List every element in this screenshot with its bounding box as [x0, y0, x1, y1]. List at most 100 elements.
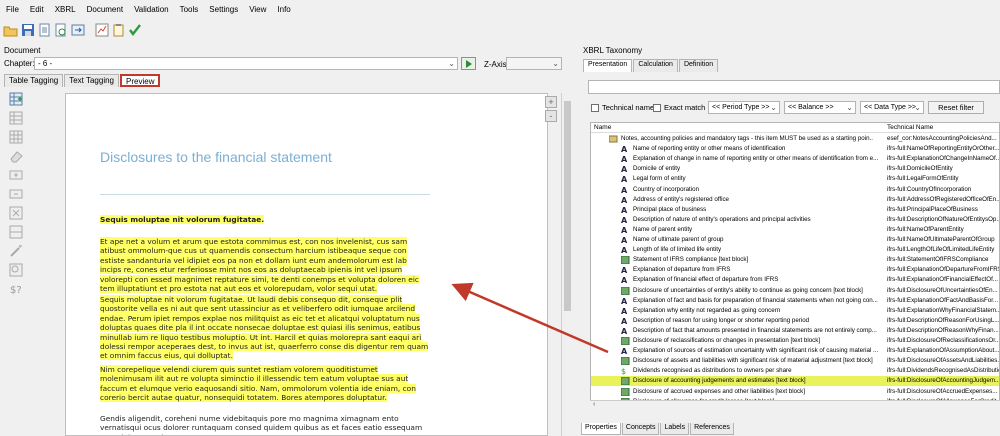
help-tags-icon[interactable]: $? — [7, 281, 25, 297]
tree-row[interactable]: Disclosure of accounting judgements and … — [591, 376, 999, 387]
tree-row[interactable]: A Legal form of entity ifrs-full:LegalForm… — [591, 174, 999, 184]
tree-row[interactable]: Disclosure of reclassifications or chang… — [591, 336, 999, 346]
tree-row[interactable]: A Name of reporting entity or other means… — [591, 144, 999, 154]
checkbox-box[interactable] — [591, 104, 599, 113]
tree-row[interactable]: Disclosure of assets and liabilities wit… — [591, 356, 999, 366]
row-technical-name: ifrs-full:NameOfReportingEntityOrOther..… — [887, 145, 999, 153]
validate-check-icon[interactable] — [128, 22, 142, 38]
text-block-icon — [620, 286, 630, 295]
text-element-icon: A — [621, 317, 630, 326]
tree-row[interactable]: A Description of fact that amounts presen… — [591, 326, 999, 336]
document-icon[interactable] — [38, 22, 51, 38]
technical-name-checkbox[interactable]: Technical name — [591, 103, 654, 113]
tree-row[interactable]: A Principal place of business ifrs-full:Pr… — [591, 205, 999, 215]
tab-presentation[interactable]: Presentation — [583, 59, 633, 72]
menu-item-edit[interactable]: Edit — [30, 5, 44, 14]
chevron-down-icon: ⌄ — [448, 59, 455, 68]
menu-item-tools[interactable]: Tools — [180, 5, 199, 14]
zaxis-select[interactable]: ⌄ — [506, 57, 562, 70]
add-row-icon[interactable] — [7, 167, 25, 183]
tab-table-tagging[interactable]: Table Tagging — [4, 74, 64, 87]
tree-row[interactable]: Disclosure of uncertainties of entity's … — [591, 286, 999, 296]
menu-item-validation[interactable]: Validation — [134, 5, 169, 14]
tree-row[interactable]: A Explanation why entity not regarded as … — [591, 306, 999, 316]
tree-row[interactable]: A Name of parent entity ifrs-full:NameOfPa… — [591, 225, 999, 235]
exact-match-checkbox[interactable]: Exact match — [653, 103, 705, 113]
tree-row[interactable]: A Explanation of change in name of report… — [591, 154, 999, 164]
row-name: Disclosure of accrued expenses and other… — [633, 387, 805, 395]
row-name: Explanation of fact and basis for prepar… — [633, 296, 878, 304]
menu-item-info[interactable]: Info — [277, 5, 290, 14]
column-technical-name[interactable]: Technical Name — [887, 123, 933, 133]
table-grid-icon[interactable] — [7, 110, 25, 126]
period-type-select[interactable]: << Period Type >> ⌄ — [708, 101, 780, 114]
clipboard-icon[interactable] — [112, 22, 125, 38]
tree-row[interactable]: A Explanation of fact and basis for prepa… — [591, 296, 999, 306]
bottom-tab-labels[interactable]: Labels — [660, 423, 690, 435]
tree-row[interactable]: A Domicile of entity ifrs-full:DomicileOfE… — [591, 164, 999, 174]
row-technical-name: ifrs-full:CountryOfIncorporation — [887, 185, 972, 193]
balance-select[interactable]: << Balance >> ⌄ — [784, 101, 856, 114]
scrollbar-thumb[interactable] — [564, 101, 571, 311]
menu-item-file[interactable]: File — [6, 5, 19, 14]
tree-row[interactable]: A Country of incorporation ifrs-full:Count… — [591, 185, 999, 195]
bottom-tab-concepts[interactable]: Concepts — [621, 423, 660, 435]
zoom-out-button[interactable]: - — [545, 110, 557, 122]
preview-vertical-scrollbar[interactable] — [561, 93, 572, 436]
table-grid-icon[interactable] — [7, 129, 25, 145]
menu-item-xbrl[interactable]: XBRL — [55, 5, 76, 14]
tree-row[interactable]: A Name of ultimate parent of group ifrs-fu… — [591, 235, 999, 245]
menu-item-view[interactable]: View — [249, 5, 266, 14]
tab-text-tagging[interactable]: Text Tagging — [64, 74, 120, 87]
chart-icon[interactable] — [95, 22, 109, 38]
save-icon[interactable] — [21, 22, 35, 38]
monetary-icon: $ — [621, 367, 630, 376]
export-icon[interactable] — [71, 22, 85, 38]
zoom-in-button[interactable]: + — [545, 96, 557, 108]
row-name: Explanation of sources of estimation unc… — [633, 347, 879, 355]
row-name: Disclosure of assets and liabilities wit… — [633, 357, 873, 365]
tree-row[interactable]: A Description of reason for using longer … — [591, 316, 999, 326]
tree-row[interactable]: A Length of life of limited life entity if… — [591, 245, 999, 255]
menu-item-document[interactable]: Document — [87, 5, 123, 14]
tree-row[interactable]: A Explanation of departure from IFRS ifrs-… — [591, 265, 999, 275]
svg-text:A: A — [621, 186, 628, 194]
refresh-document-icon[interactable] — [54, 22, 68, 38]
checkbox-box[interactable] — [653, 104, 661, 113]
eraser-icon[interactable] — [7, 148, 25, 164]
tree-row[interactable]: A Explanation of financial effect of depa… — [591, 275, 999, 285]
scroll-left-arrow-icon[interactable]: ‹ — [593, 401, 595, 408]
row-name: Domicile of entity — [633, 165, 681, 173]
tree-row[interactable]: Disclosure of accrued expenses and other… — [591, 387, 999, 397]
remove-row-icon[interactable] — [7, 186, 25, 202]
tree-horizontal-scrollbar[interactable]: ‹ — [590, 400, 1000, 409]
tree-row[interactable]: $ Dividends recognised as distributions t… — [591, 366, 999, 376]
row-technical-name: ifrs-full:ExplanationOfChangeInNameOf... — [887, 155, 999, 163]
tab-preview[interactable]: Preview — [120, 74, 161, 87]
insert-table-icon[interactable] — [7, 91, 25, 107]
open-folder-icon[interactable] — [3, 22, 18, 38]
merge-cells-icon[interactable] — [7, 224, 25, 240]
tree-row[interactable]: A Address of entity's registered office if… — [591, 195, 999, 205]
zoom-icon[interactable] — [7, 262, 25, 278]
svg-text:$?: $? — [10, 285, 22, 296]
tab-calculation[interactable]: Calculation — [633, 59, 678, 72]
taxonomy-search-input[interactable] — [588, 80, 1000, 94]
bottom-tab-properties[interactable]: Properties — [581, 423, 621, 435]
data-type-select[interactable]: << Data Type >> ⌄ — [860, 101, 924, 114]
tree-row[interactable]: Notes, accounting policies and mandatory… — [591, 134, 999, 144]
tree-row[interactable]: Statement of IFRS compliance [text block… — [591, 255, 999, 265]
column-name[interactable]: Name — [594, 123, 611, 133]
tree-row[interactable]: A Explanation of sources of estimation un… — [591, 346, 999, 356]
svg-text:A: A — [621, 317, 628, 325]
chapter-select[interactable]: - 6 - ⌄ — [34, 57, 458, 70]
magic-wand-icon[interactable] — [7, 243, 25, 259]
menu-item-settings[interactable]: Settings — [209, 5, 238, 14]
delete-icon[interactable] — [7, 205, 25, 221]
tree-row[interactable]: A Description of nature of entity's opera… — [591, 215, 999, 225]
row-technical-name: ifrs-full:NameOfUltimateParentOfGroup — [887, 236, 995, 243]
bottom-tab-references[interactable]: References — [690, 423, 734, 435]
play-button[interactable] — [461, 57, 476, 70]
tab-definition[interactable]: Definition — [678, 59, 719, 72]
reset-filter-button[interactable]: Reset filter — [928, 101, 984, 114]
